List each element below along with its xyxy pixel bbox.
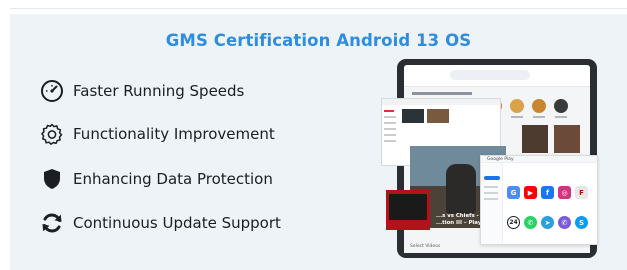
instagram-app-icon: ◎ <box>558 186 571 199</box>
video-card <box>386 190 430 230</box>
video-thumbnail <box>522 125 548 153</box>
play-store-sidebar <box>481 164 503 244</box>
refresh-icon <box>40 211 64 235</box>
play-store-bar: Google Play <box>481 156 597 163</box>
speedometer-icon <box>40 79 64 103</box>
feature-label: Continuous Update Support <box>73 214 281 232</box>
screen-heading <box>412 92 472 95</box>
channel-avatar <box>554 99 568 113</box>
channel-avatar <box>532 99 546 113</box>
video-thumbnail <box>427 109 449 123</box>
screen-search-field <box>450 70 530 80</box>
browser-tab-bar <box>382 99 500 105</box>
feature-label: Enhancing Data Protection <box>73 170 273 188</box>
telegram-app-icon: ➤ <box>541 216 554 229</box>
counter-app-icon: 24 <box>507 216 520 229</box>
facebook-app-icon: f <box>541 186 554 199</box>
feature-item-updates: Continuous Update Support <box>40 210 281 236</box>
viber-app-icon: ✆ <box>558 216 571 229</box>
divider <box>10 8 627 9</box>
skype-app-icon: S <box>575 216 588 229</box>
soldier-figure <box>446 164 476 214</box>
feature-item-functionality: Functionality Improvement <box>40 121 275 147</box>
screen-top-bar <box>404 65 590 87</box>
section-title: GMS Certification Android 13 OS <box>165 31 472 50</box>
channel-avatar <box>510 99 524 113</box>
feature-item-speed: Faster Running Speeds <box>40 78 244 104</box>
feature-label: Functionality Improvement <box>73 125 275 143</box>
play-store-window: Google Play G ▶ f ◎ F 24 ✆ ➤ ✆ S <box>480 155 598 245</box>
translate-app-icon: G <box>507 186 520 199</box>
youtube-app-icon: ▶ <box>524 186 537 199</box>
feature-item-protection: Enhancing Data Protection <box>40 166 273 192</box>
video-thumbnail <box>554 125 580 153</box>
whatsapp-app-icon: ✆ <box>524 216 537 229</box>
video-thumbnail <box>402 109 424 123</box>
browser-sidebar <box>384 108 398 158</box>
feature-label: Faster Running Speeds <box>73 82 245 100</box>
fox-app-icon: F <box>575 186 588 199</box>
gms-section: GMS Certification Android 13 OS Faster R… <box>0 0 627 270</box>
gear-icon <box>40 122 64 146</box>
shield-icon <box>40 167 64 191</box>
